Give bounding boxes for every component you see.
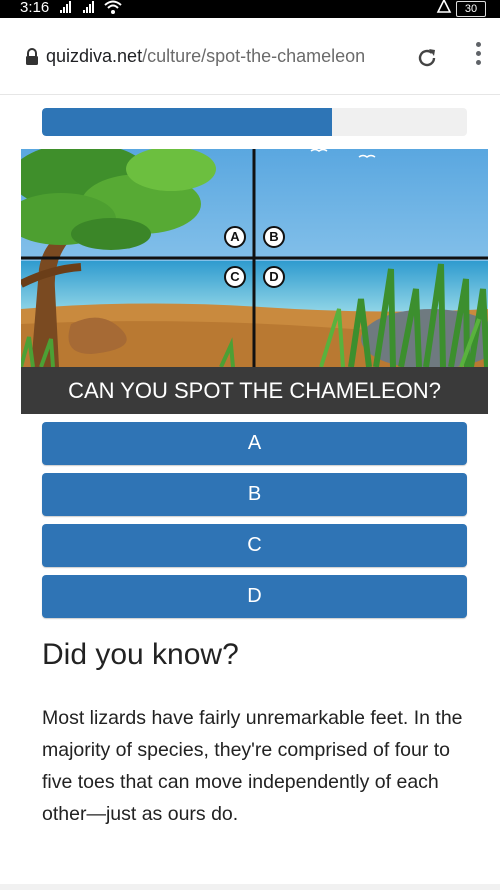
quiz-image: A B C D [21,149,488,367]
answer-button-d[interactable]: D [42,575,467,618]
url-domain: quizdiva.net [46,46,143,66]
quiz-progress-bar [42,108,467,136]
quiz-progress-fill [42,108,332,136]
battery-icon: 30 [456,1,486,17]
question-text: CAN YOU SPOT THE CHAMELEON? [21,367,488,414]
browser-toolbar: quizdiva.net/culture/spot-the-chameleon [0,18,500,95]
reload-icon[interactable] [415,46,439,70]
signal-icon [60,1,94,13]
answer-button-a[interactable]: A [42,422,467,465]
divider [0,884,500,890]
marker-d: D [263,266,285,288]
answer-button-c[interactable]: C [42,524,467,567]
marker-c: C [224,266,246,288]
url-text[interactable]: quizdiva.net/culture/spot-the-chameleon [46,46,365,67]
more-vert-icon[interactable] [470,42,486,72]
address-bar[interactable]: quizdiva.net/culture/spot-the-chameleon [10,38,450,76]
fact-title: Did you know? [42,638,239,671]
marker-b: B [263,226,285,248]
marker-a: A [224,226,246,248]
wifi-icon [104,0,122,18]
lock-icon [24,48,40,66]
fact-body: Most lizards have fairly unremarkable fe… [42,707,463,825]
status-bar: 3:16 30 [0,0,500,18]
notification-icon [436,0,452,16]
answer-button-b[interactable]: B [42,473,467,516]
url-path: /culture/spot-the-chameleon [142,46,366,66]
clock: 3:16 [20,0,50,16]
